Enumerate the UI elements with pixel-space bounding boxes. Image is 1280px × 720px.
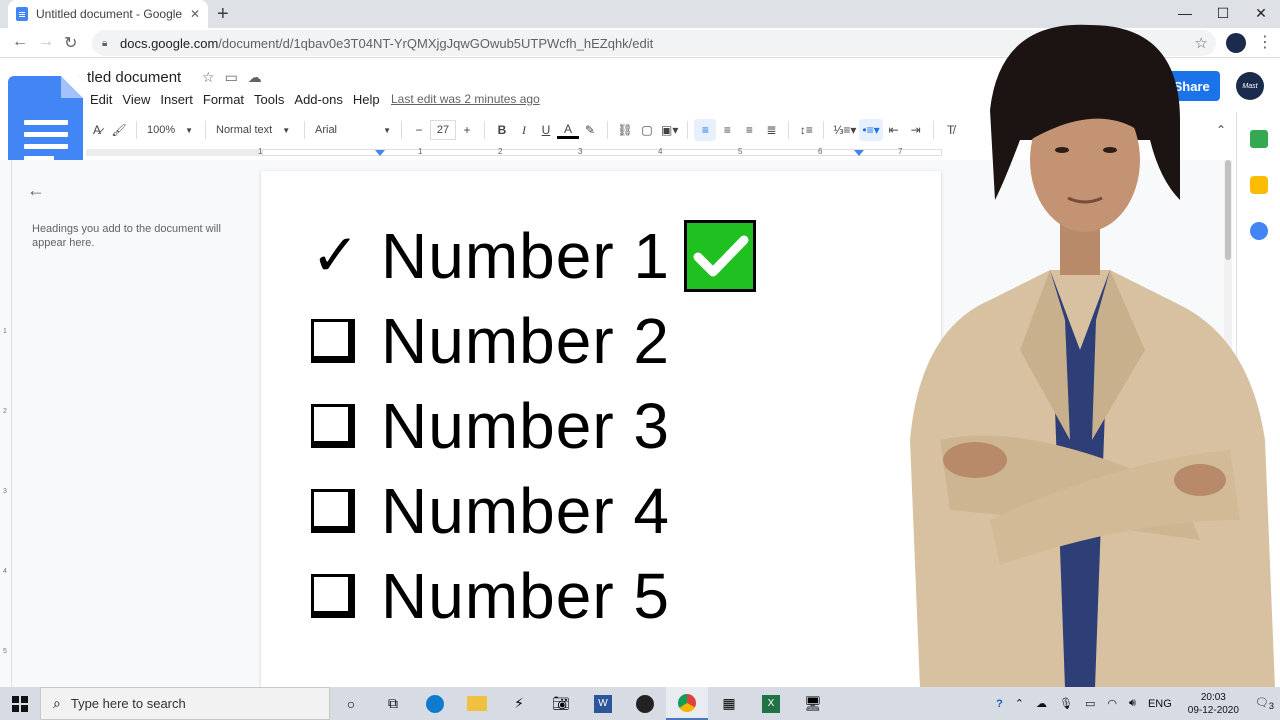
app-window-icon[interactable]: ▦: [708, 687, 750, 720]
clock-date: 09-12-2020: [1187, 704, 1239, 716]
insert-image-icon[interactable]: ▣▾: [658, 119, 681, 141]
wifi-icon[interactable]: ◠: [1107, 697, 1117, 710]
show-hidden-icons[interactable]: ⌃: [1015, 697, 1024, 710]
text-color-button[interactable]: A: [557, 121, 579, 139]
word-icon[interactable]: W: [582, 687, 624, 720]
justify-icon[interactable]: ≣: [760, 119, 782, 141]
list-item[interactable]: Number 3: [311, 391, 670, 461]
menu-insert[interactable]: Insert: [160, 92, 193, 107]
docs-favicon-icon: [16, 7, 28, 21]
notifications-icon[interactable]: 🗨︎3: [1255, 696, 1274, 711]
list-item-label: Number 1: [381, 220, 670, 292]
windows-start-icon[interactable]: [0, 687, 40, 720]
font-select[interactable]: Arial ▼: [311, 124, 395, 136]
empty-checkbox-icon[interactable]: [311, 574, 355, 618]
list-item-label: Number 4: [381, 475, 670, 547]
list-item-label: Number 3: [381, 390, 670, 462]
close-tab-icon[interactable]: ✕: [190, 7, 200, 21]
italic-button[interactable]: I: [513, 119, 535, 141]
empty-checkbox-icon[interactable]: [311, 489, 355, 533]
move-folder-icon[interactable]: ▭: [225, 69, 238, 86]
list-item-label: Number 2: [381, 305, 670, 377]
style-select[interactable]: Normal text ▼: [212, 124, 298, 136]
green-checkbox-icon: [684, 220, 756, 292]
font-size-input[interactable]: 27: [430, 120, 456, 140]
align-right-icon[interactable]: ≡: [738, 119, 760, 141]
star-icon[interactable]: ☆: [202, 69, 215, 86]
underline-button[interactable]: U: [535, 119, 557, 141]
numbered-list-icon[interactable]: ⅓≡▾: [830, 119, 859, 141]
highlight-icon[interactable]: ✎: [579, 119, 601, 141]
task-view-icon[interactable]: ⧉: [372, 687, 414, 720]
volume-icon[interactable]: 🔊︎: [1129, 697, 1136, 710]
forward-icon[interactable]: →: [38, 33, 54, 51]
edge-icon[interactable]: [414, 687, 456, 720]
zoom-select[interactable]: 100% ▼: [143, 124, 199, 136]
menu-format[interactable]: Format: [203, 92, 244, 107]
back-icon[interactable]: ←: [12, 33, 28, 51]
browser-tab[interactable]: Untitled document - Google Doc ✕: [8, 0, 208, 28]
last-edit-link[interactable]: Last edit was 2 minutes ago: [391, 92, 540, 106]
camera-icon[interactable]: 📷︎: [540, 687, 582, 720]
left-indent-marker[interactable]: [375, 150, 385, 156]
new-tab-button[interactable]: +: [217, 3, 229, 26]
vertical-ruler: 1 2 3 4 5: [0, 160, 12, 687]
bold-button[interactable]: B: [491, 119, 513, 141]
search-icon: ⌕: [53, 695, 61, 711]
url-text: docs.google.com/document/d/1qbav0e3T04NT…: [120, 35, 654, 51]
link-icon[interactable]: ⛓︎: [614, 119, 636, 141]
document-title[interactable]: tled document: [87, 69, 181, 86]
remote-desktop-icon[interactable]: 🖥︎: [792, 687, 834, 720]
winamp-icon[interactable]: ⚡: [498, 687, 540, 720]
file-explorer-icon[interactable]: [456, 687, 498, 720]
menu-view[interactable]: View: [122, 92, 150, 107]
menu-tools[interactable]: Tools: [254, 92, 284, 107]
outline-hint-text: Headings you add to the document will ap…: [32, 223, 221, 249]
taskbar-search-input[interactable]: ⌕ Type here to search: [40, 687, 330, 720]
cortana-icon[interactable]: ○: [330, 687, 372, 720]
spellcheck-icon[interactable]: A̷: [86, 119, 108, 141]
align-center-icon[interactable]: ≡: [716, 119, 738, 141]
language-indicator[interactable]: ENG: [1148, 698, 1172, 710]
reload-icon[interactable]: ↻: [64, 33, 77, 53]
lock-icon: 🔒︎: [102, 37, 108, 49]
check-icon: ✓: [311, 223, 360, 288]
windows-taskbar: ⌕ Type here to search ○ ⧉ ⚡ 📷︎ W ▦ X 🖥︎ …: [0, 687, 1280, 720]
system-tray: ? ⌃ ☁ 🎙︎ ▭ ◠ 🔊︎ ENG 20:03 09-12-2020 🗨︎3: [990, 687, 1280, 720]
paint-format-icon[interactable]: 🖌︎: [108, 119, 130, 141]
empty-checkbox-icon[interactable]: [311, 404, 355, 448]
decrease-font-size-button[interactable]: −: [408, 119, 430, 141]
chrome-icon[interactable]: [666, 687, 708, 720]
line-spacing-icon[interactable]: ↕≡: [795, 119, 817, 141]
menu-add-ons[interactable]: Add-ons: [294, 92, 342, 107]
comment-icon[interactable]: ▢: [636, 119, 658, 141]
close-outline-arrow-icon[interactable]: ←: [27, 180, 45, 201]
menu-edit[interactable]: Edit: [90, 92, 112, 107]
list-item[interactable]: ✓ Number 1: [311, 220, 756, 292]
excel-icon[interactable]: X: [750, 687, 792, 720]
list-item[interactable]: Number 4: [311, 476, 670, 546]
increase-font-size-button[interactable]: +: [456, 119, 478, 141]
list-item[interactable]: Number 2: [311, 306, 670, 376]
document-page[interactable]: ✓ Number 1 Number 2 Number 3 Number 4 Nu…: [261, 171, 941, 691]
cloud-status-icon[interactable]: ☁: [248, 69, 262, 86]
list-item[interactable]: Number 5: [311, 561, 670, 631]
network-icon[interactable]: ☁: [1036, 697, 1047, 710]
menu-bar: Edit View Insert Format Tools Add-ons He…: [90, 92, 380, 107]
menu-help[interactable]: Help: [353, 92, 380, 107]
clock-time: 20:03: [1200, 691, 1226, 703]
empty-checkbox-icon[interactable]: [311, 319, 355, 363]
microphone-icon[interactable]: 🎙︎: [1059, 697, 1073, 710]
tab-title: Untitled document - Google Doc: [36, 7, 184, 21]
clock[interactable]: 20:03 09-12-2020: [1188, 691, 1239, 717]
right-indent-marker[interactable]: [854, 150, 864, 156]
presenter-photo: [910, 24, 1275, 688]
battery-icon[interactable]: ▭: [1085, 697, 1095, 710]
align-left-icon[interactable]: ≡: [694, 119, 717, 141]
obs-icon[interactable]: [624, 687, 666, 720]
list-item-label: Number 5: [381, 560, 670, 632]
help-icon[interactable]: ?: [996, 698, 1003, 710]
